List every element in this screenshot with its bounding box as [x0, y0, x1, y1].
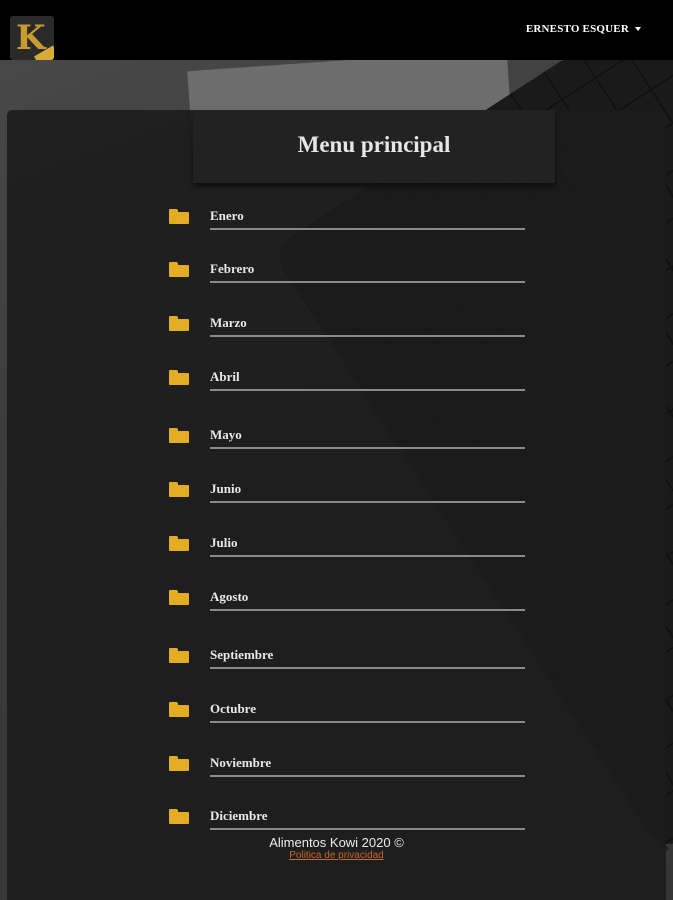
month-label: Julio — [210, 535, 238, 550]
month-item-noviembre[interactable]: Noviembre — [167, 747, 527, 787]
caret-down-icon — [635, 27, 641, 32]
item-divider — [210, 775, 525, 777]
kowi-logo[interactable]: K — [10, 16, 54, 60]
month-item-enero[interactable]: Enero — [167, 200, 527, 240]
item-divider — [210, 828, 525, 830]
month-item-abril[interactable]: Abril — [167, 361, 527, 401]
folder-icon — [169, 482, 189, 497]
item-divider — [210, 447, 525, 449]
privacy-policy-link[interactable]: Politica de privacidad — [7, 850, 666, 861]
item-divider — [210, 281, 525, 283]
title-box: Menu principal — [193, 110, 555, 183]
top-navbar: K ERNESTO ESQUER — [0, 0, 673, 60]
month-item-octubre[interactable]: Octubre — [167, 693, 527, 733]
month-item-septiembre[interactable]: Septiembre — [167, 639, 527, 679]
folder-icon — [169, 370, 189, 385]
month-label: Junio — [210, 481, 242, 496]
folder-icon — [169, 209, 189, 224]
page-title: Menu principal — [297, 132, 451, 157]
item-divider — [210, 555, 525, 557]
month-label: Octubre — [210, 701, 256, 716]
folder-icon — [169, 702, 189, 717]
folder-icon — [169, 262, 189, 277]
main-menu-card: Menu principal Enero Febrero Marzo Abril May… — [7, 110, 666, 900]
copyright-text: Alimentos Kowi 2020 © — [269, 835, 404, 850]
item-divider — [210, 721, 525, 723]
month-label: Febrero — [210, 261, 255, 276]
month-label: Abril — [210, 369, 240, 384]
month-label: Agosto — [210, 589, 249, 604]
item-divider — [210, 335, 525, 337]
month-item-agosto[interactable]: Agosto — [167, 581, 527, 621]
month-label: Noviembre — [210, 755, 272, 770]
folder-icon — [169, 648, 189, 663]
month-item-marzo[interactable]: Marzo — [167, 307, 527, 347]
footer: Alimentos Kowi 2020 © Politica de privac… — [7, 835, 666, 861]
month-item-febrero[interactable]: Febrero — [167, 253, 527, 293]
item-divider — [210, 667, 525, 669]
user-menu-dropdown[interactable]: ERNESTO ESQUER — [526, 23, 641, 35]
folder-icon — [169, 316, 189, 331]
month-label: Diciembre — [210, 808, 268, 823]
month-label: Mayo — [210, 427, 242, 442]
month-label: Enero — [210, 208, 244, 223]
folder-icon — [169, 590, 189, 605]
folder-icon — [169, 809, 189, 824]
item-divider — [210, 228, 525, 230]
month-item-junio[interactable]: Junio — [167, 473, 527, 513]
folder-icon — [169, 756, 189, 771]
month-label: Marzo — [210, 315, 247, 330]
user-name: ERNESTO ESQUER — [525, 23, 629, 35]
month-label: Septiembre — [210, 647, 274, 662]
month-item-diciembre[interactable]: Diciembre — [167, 800, 527, 840]
item-divider — [210, 389, 525, 391]
month-item-mayo[interactable]: Mayo — [167, 419, 527, 459]
item-divider — [210, 501, 525, 503]
item-divider — [210, 609, 525, 611]
folder-icon — [169, 536, 189, 551]
month-item-julio[interactable]: Julio — [167, 527, 527, 567]
folder-icon — [169, 428, 189, 443]
